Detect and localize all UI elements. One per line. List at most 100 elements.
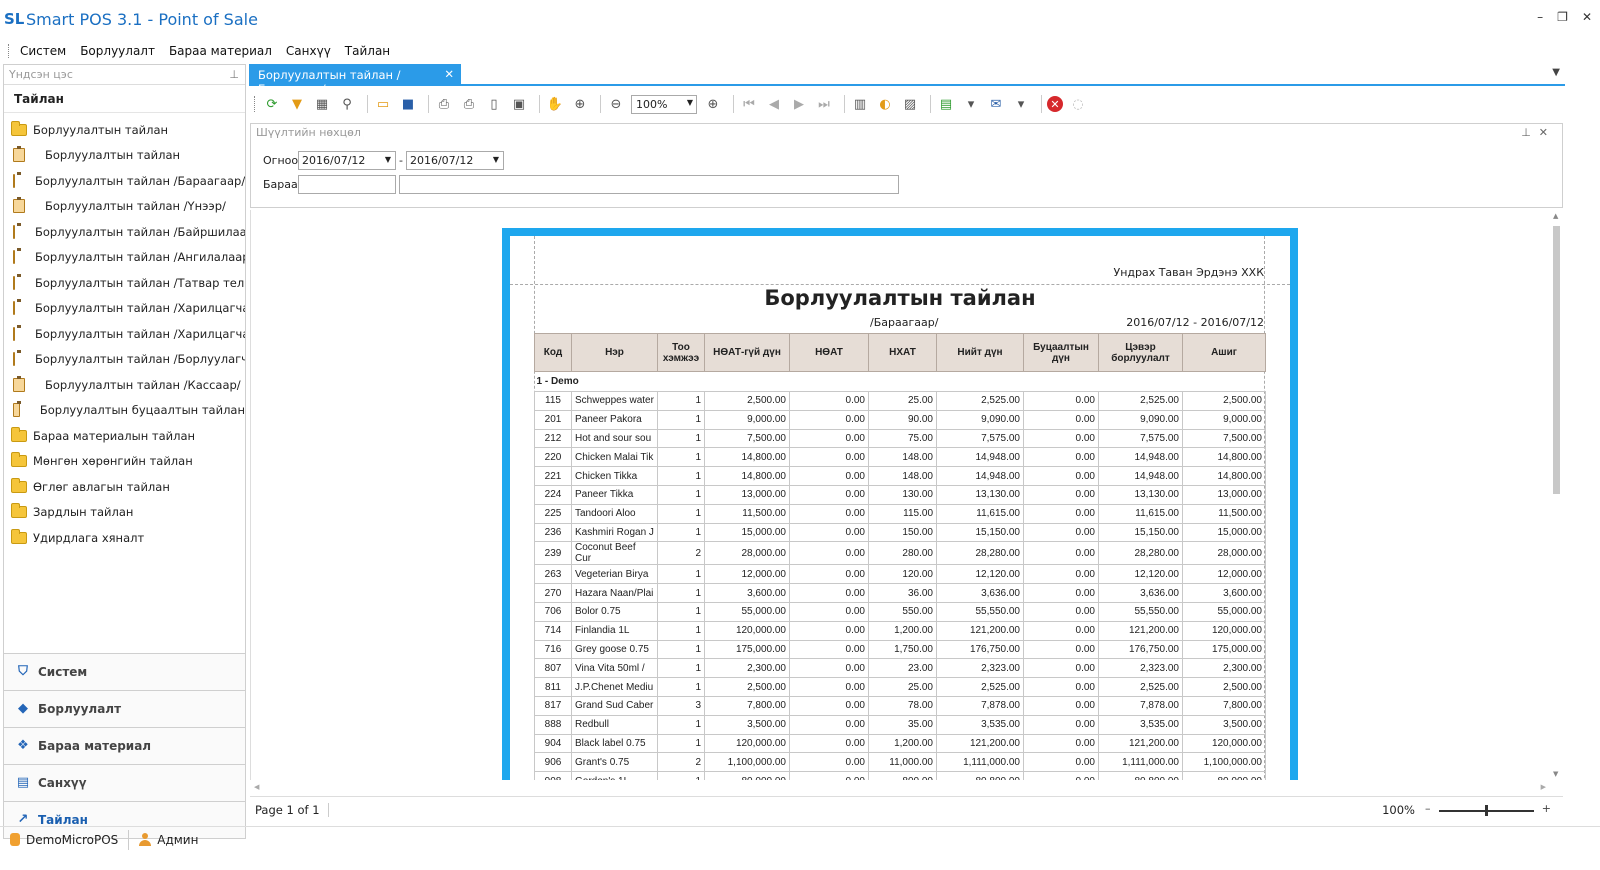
scroll-thumb[interactable]	[1553, 226, 1560, 494]
table-cell: 2,500.00	[704, 391, 790, 411]
email-icon[interactable]: ✉	[986, 94, 1006, 114]
tree-item-report[interactable]: Борлуулалтын тайлан /Үнээр/	[4, 194, 245, 220]
table-cell: 0.00	[1023, 771, 1099, 780]
user-status[interactable]: Админ	[129, 833, 208, 847]
table-row: 706 Bolor 0.75 1 55,000.00 0.00 550.00 55,550.…	[534, 601, 1266, 622]
tree-item-report[interactable]: Борлуулалтын тайлан /Байршилаар/	[4, 219, 245, 245]
pin-icon[interactable]: ⊥	[229, 68, 239, 81]
scroll-left-icon[interactable]: ◀	[254, 783, 259, 791]
first-page-icon[interactable]: ⏮	[739, 94, 759, 114]
tree-item-report[interactable]: Борлуулалтын тайлан /Татвар тел...	[4, 270, 245, 296]
menu-inventory[interactable]: Бараа материал	[169, 44, 272, 58]
stop-icon[interactable]: ◌	[1068, 94, 1088, 114]
nav-group-finance[interactable]: ▤ Санхүү	[4, 764, 245, 801]
zoom-in-icon[interactable]: ⊕	[703, 94, 723, 114]
table-cell: 0.00	[1023, 484, 1099, 505]
zoom-out-icon[interactable]: –	[1425, 802, 1431, 815]
background-color-icon[interactable]: ◐	[875, 94, 895, 114]
report-preview[interactable]: Ундрах Таван Эрдэнэ ХХК Борлуулалтын тай…	[250, 210, 1563, 780]
chevron-down-icon[interactable]: ▾	[1011, 94, 1031, 114]
nav-group-inventory[interactable]: ❖ Бараа материал	[4, 727, 245, 764]
tree-item-report[interactable]: Борлуулалтын тайлан /Харилцагча...	[4, 296, 245, 322]
table-cell: 35.00	[868, 714, 937, 735]
tree-item-inventory-reports[interactable]: Бараа материалын тайлан	[4, 423, 245, 449]
close-preview-icon[interactable]: ✕	[1047, 96, 1063, 112]
magnifier-icon[interactable]: ⊕	[570, 94, 590, 114]
page-setup-icon[interactable]: ▯	[484, 94, 504, 114]
menu-system[interactable]: Систем	[20, 44, 66, 58]
scroll-right-icon[interactable]: ▶	[1541, 783, 1546, 791]
refresh-icon[interactable]: ⟳	[262, 94, 282, 114]
next-page-icon[interactable]: ▶	[789, 94, 809, 114]
tree-item-cash-reports[interactable]: Мөнгөн хөрөнгийн тайлан	[4, 449, 245, 475]
report-status-bar: Page 1 of 1 100% – +	[250, 796, 1563, 822]
table-cell: 0.00	[789, 714, 869, 735]
tree-item-report[interactable]: Борлуулалтын тайлан /Харилцагча...	[4, 321, 245, 347]
restore-icon[interactable]: ❐	[1557, 10, 1568, 24]
watermark-icon[interactable]: ▨	[900, 94, 920, 114]
print-icon[interactable]: ⎙	[459, 94, 479, 114]
report-icon	[13, 171, 21, 188]
table-row: 212 Hot and sour sou 1 7,500.00 0.00 75.00 7,5…	[534, 428, 1266, 449]
group-label: 1 - Demo	[536, 376, 579, 387]
close-icon[interactable]: ✕	[444, 67, 454, 81]
zoom-select[interactable]: 100% ▼	[631, 94, 697, 114]
zoom-knob[interactable]	[1485, 805, 1488, 816]
filter-icon[interactable]: ▼	[287, 94, 307, 114]
tree-item-report[interactable]: Борлуулалтын тайлан /Ангилалаар/	[4, 245, 245, 271]
tree-item-report[interactable]: Борлуулалтын тайлан /Борлуулагч...	[4, 347, 245, 373]
minimize-icon[interactable]: –	[1537, 10, 1543, 24]
nav-group-sales[interactable]: ◆ Борлуулалт	[4, 690, 245, 727]
date-from-picker[interactable]: 2016/07/12 ▼	[298, 151, 396, 170]
tree-item-report[interactable]: Борлуулалтын тайлан /Бараагаар/	[4, 168, 245, 194]
scale-icon[interactable]: ▣	[509, 94, 529, 114]
item-label: Бараа	[263, 178, 298, 191]
zoom-in-icon[interactable]: +	[1542, 802, 1551, 815]
nav-group-system[interactable]: ⛉ Систем	[4, 653, 245, 690]
zoom-slider[interactable]: – +	[1423, 802, 1553, 817]
parameters-icon[interactable]: ▦	[312, 94, 332, 114]
date-to-picker[interactable]: 2016/07/12 ▼	[405, 151, 504, 170]
database-status[interactable]: DemoMicroPOS	[0, 833, 128, 847]
chevron-down-icon[interactable]: ▼	[1552, 67, 1560, 78]
chevron-down-icon[interactable]: ▾	[961, 94, 981, 114]
zoom-out-icon[interactable]: ⊖	[606, 94, 626, 114]
item-name-input[interactable]	[399, 175, 899, 194]
tree-item-expense-reports[interactable]: Зардлын тайлан	[4, 500, 245, 526]
table-cell: 908	[534, 771, 572, 780]
table-cell: 15,150.00	[1098, 522, 1183, 543]
last-page-icon[interactable]: ⏭	[814, 94, 834, 114]
table-cell: Schweppes water	[571, 391, 658, 411]
item-code-input[interactable]	[298, 175, 396, 194]
table-cell: 1	[657, 620, 705, 641]
close-icon[interactable]: ✕	[1582, 10, 1592, 24]
tree-item-report[interactable]: Борлуулалтын буцаалтын тайлан	[4, 398, 245, 424]
close-icon[interactable]: ✕	[1539, 126, 1556, 139]
item-filter-row: Бараа	[263, 175, 899, 194]
tree-item-sales-reports[interactable]: Борлуулалтын тайлан	[4, 117, 245, 143]
tree-item-payables-reports[interactable]: Өглөг авлагын тайлан	[4, 474, 245, 500]
menu-finance[interactable]: Санхүү	[286, 44, 331, 58]
table-cell: 13,130.00	[1098, 484, 1183, 505]
tree-item-report[interactable]: Борлуулалтын тайлан /Кассаар/	[4, 372, 245, 398]
vertical-scrollbar[interactable]: ▲ ▼	[1550, 210, 1563, 780]
tree-item-management[interactable]: Удирдлага хяналт	[4, 525, 245, 551]
pin-icon[interactable]: ⊥	[1521, 126, 1539, 139]
previous-page-icon[interactable]: ◀	[764, 94, 784, 114]
search-icon[interactable]: ⚲	[337, 94, 357, 114]
print-dialog-icon[interactable]: ⎙	[434, 94, 454, 114]
save-icon[interactable]: ■	[398, 94, 418, 114]
export-icon[interactable]: ▤	[936, 94, 956, 114]
open-icon[interactable]: ▭	[373, 94, 393, 114]
multiple-pages-icon[interactable]: ▥	[850, 94, 870, 114]
scroll-up-icon[interactable]: ▲	[1553, 212, 1558, 220]
menu-sales[interactable]: Борлуулалт	[80, 44, 155, 58]
table-cell: 212	[534, 428, 572, 449]
horizontal-scrollbar[interactable]: ◀ ▶	[250, 781, 1550, 793]
tab-sales-by-item[interactable]: Борлуулалтын тайлан /Бараагаар/ ✕	[249, 64, 461, 96]
hand-tool-icon[interactable]: ✋	[545, 94, 565, 114]
table-cell: 90.00	[868, 409, 937, 430]
scroll-down-icon[interactable]: ▼	[1553, 770, 1558, 778]
menu-reports[interactable]: Тайлан	[345, 44, 390, 58]
tree-item-report[interactable]: Борлуулалтын тайлан	[4, 143, 245, 169]
